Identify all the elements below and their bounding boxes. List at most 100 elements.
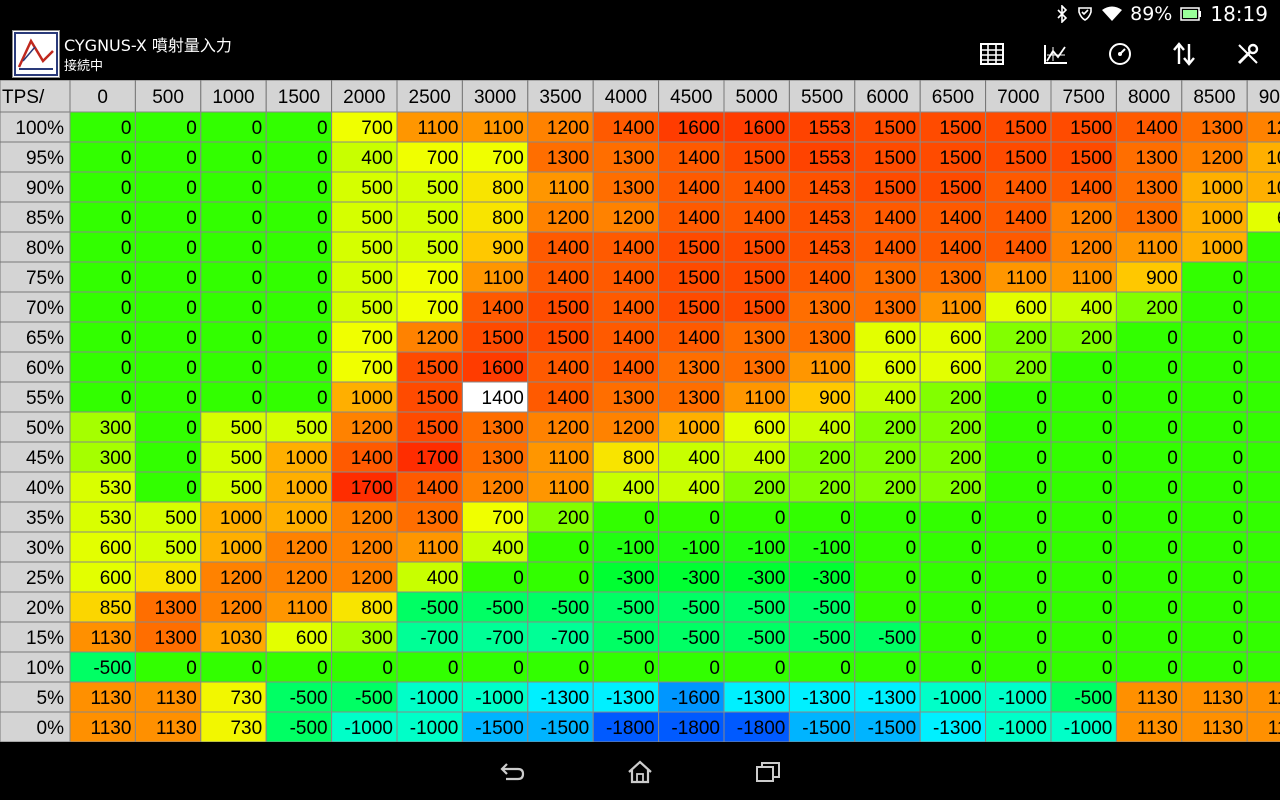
map-cell-value: 0 — [1167, 508, 1178, 529]
map-cell[interactable] — [1246, 321, 1280, 353]
map-cell-value: 500 — [165, 538, 197, 559]
map-cell-value: 600 — [884, 358, 916, 379]
map-cell[interactable] — [1246, 381, 1280, 413]
map-cell[interactable] — [1246, 501, 1280, 533]
map-cell-value: 1100 — [548, 178, 589, 199]
map-cell-value: 1400 — [939, 208, 981, 229]
map-cell[interactable] — [1246, 291, 1280, 323]
map-cell-value: 1300 — [809, 298, 851, 319]
map-cell-value: 1553 — [809, 148, 851, 169]
map-cell[interactable] — [1246, 351, 1280, 383]
map-cell-value: 0 — [252, 238, 263, 259]
map-cell-value: -1500 — [802, 718, 851, 739]
row-header-label: 100% — [15, 118, 64, 139]
map-cell-value: 0 — [317, 118, 328, 139]
map-cell-value: 0 — [971, 538, 982, 559]
fuel-map-grid: TPS/0 500 1000 1500 2000 2500 3000 3500 4000 4500… — [0, 80, 1280, 742]
map-cell[interactable] — [1246, 531, 1280, 563]
gauge-icon[interactable] — [1100, 36, 1140, 72]
map-cell-value: 200 — [754, 478, 786, 499]
notification-icon — [1076, 5, 1094, 23]
map-cell-value: -700 — [551, 628, 589, 649]
map-cell-value: -1000 — [933, 688, 982, 709]
map-cell-value: 1300 — [416, 508, 458, 529]
map-cell-value: 1500 — [1070, 118, 1112, 139]
map-cell[interactable] — [1246, 471, 1280, 503]
map-cell[interactable] — [1246, 201, 1280, 233]
map-cell-value: 1400 — [612, 118, 654, 139]
map-cell-value: 500 — [427, 178, 459, 199]
map-cell-value: 1130 — [1202, 688, 1243, 709]
map-cell-value: 0 — [186, 478, 197, 499]
map-cell-value: 1300 — [809, 328, 851, 349]
map-cell-value: 600 — [950, 358, 982, 379]
map-cell-value: 0 — [1233, 478, 1244, 499]
table-icon[interactable] — [972, 36, 1012, 72]
home-icon[interactable] — [616, 756, 664, 788]
map-cell-value: -300 — [617, 568, 655, 589]
map-cell-value: 1300 — [874, 268, 916, 289]
map-cell-value: 0 — [186, 148, 197, 169]
map-cell-value: 1400 — [612, 328, 654, 349]
map-cell-value: 900 — [492, 238, 524, 259]
map-cell-value: -1000 — [1064, 718, 1113, 739]
map-cell[interactable] — [1246, 621, 1280, 653]
map-cell-value: 0 — [186, 328, 197, 349]
map-cell-value: 1100 — [1137, 238, 1178, 259]
sort-icon[interactable] — [1164, 36, 1204, 72]
map-cell[interactable] — [1246, 231, 1280, 263]
map-cell-value: 1130 — [156, 688, 197, 709]
map-cell-value: 0 — [317, 328, 328, 349]
map-cell-value: 1000 — [220, 508, 262, 529]
map-cell-value: 1130 — [91, 688, 132, 709]
map-cell[interactable] — [1246, 411, 1280, 443]
map-cell-value: 1200 — [285, 568, 327, 589]
map-cell-value: 1400 — [612, 298, 654, 319]
navigation-bar — [0, 742, 1280, 800]
map-cell-value: 1500 — [874, 118, 916, 139]
map-cell-value: 600 — [884, 328, 916, 349]
chart-icon[interactable] — [1036, 36, 1076, 72]
map-cell-value: 0 — [121, 118, 132, 139]
row-header-label: 90% — [26, 178, 64, 199]
map-cell-value: 0 — [1036, 538, 1047, 559]
map-cell-value: 1400 — [547, 268, 589, 289]
map-cell-value: 1600 — [482, 358, 524, 379]
map-cell-value: 1030 — [220, 628, 262, 649]
map-cell-value: -1600 — [671, 688, 720, 709]
map-cell-value: 0 — [1036, 448, 1047, 469]
map-cell-value: 1400 — [612, 268, 654, 289]
map-cell-value: 1453 — [809, 208, 851, 229]
map-cell-value: 200 — [950, 388, 982, 409]
back-icon[interactable] — [488, 756, 536, 788]
map-cell-value: 1400 — [874, 238, 916, 259]
map-cell-value: 0 — [971, 628, 982, 649]
map-cell-value: -300 — [747, 568, 785, 589]
map-cell-value: 0 — [1102, 388, 1113, 409]
map-cell-value: 0 — [186, 448, 197, 469]
map-cell-value: 0 — [513, 568, 524, 589]
map-cell-value: 1500 — [743, 238, 785, 259]
map-cell[interactable] — [1246, 261, 1280, 293]
map-cell-value: 0 — [1233, 328, 1244, 349]
map-cell-value: 0 — [1102, 448, 1113, 469]
map-cell-value: 0 — [121, 268, 132, 289]
recent-apps-icon[interactable] — [744, 756, 792, 788]
map-cell-value: 0 — [1233, 568, 1244, 589]
map-cell[interactable] — [1246, 441, 1280, 473]
map-cell-value: 1100 — [287, 598, 328, 619]
map-cell-value: 1400 — [1005, 238, 1047, 259]
map-cell-value: 1300 — [874, 298, 916, 319]
map-cell-value: 0 — [1036, 598, 1047, 619]
row-header-label: 70% — [26, 298, 64, 319]
map-cell[interactable] — [1246, 651, 1280, 683]
settings-icon[interactable] — [1228, 36, 1268, 72]
column-header-label: 0 — [97, 87, 108, 108]
map-cell[interactable] — [1246, 561, 1280, 593]
map-cell-value: 1500 — [939, 178, 981, 199]
map-cell-value: 1100 — [548, 478, 589, 499]
map-cell[interactable] — [1246, 591, 1280, 623]
map-cell-value: 0 — [186, 178, 197, 199]
map-cell-value: 0 — [317, 358, 328, 379]
app-logo[interactable] — [12, 30, 60, 78]
